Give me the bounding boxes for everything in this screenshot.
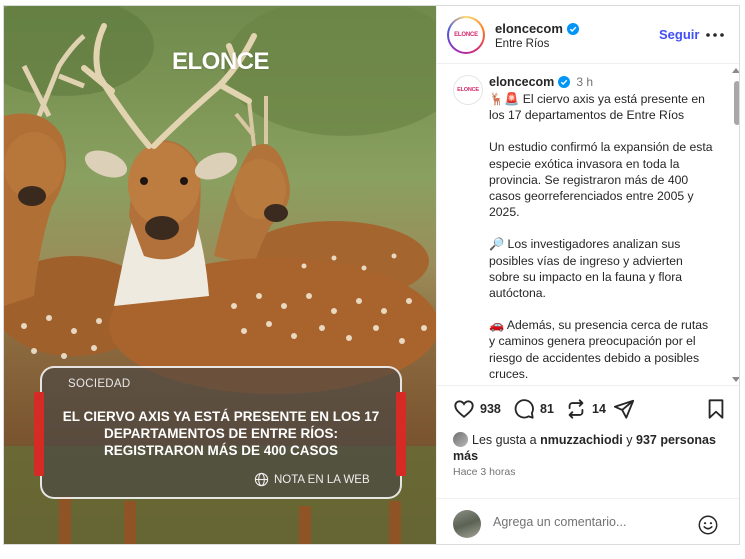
comment-button[interactable]: 81 xyxy=(513,398,554,420)
scroll-up-arrow-icon[interactable] xyxy=(732,68,739,73)
liker-username[interactable]: nmuzzachiodi xyxy=(540,433,623,447)
scroll-down-arrow-icon[interactable] xyxy=(732,377,739,382)
comment-input[interactable] xyxy=(493,515,693,529)
comment-bubble-icon xyxy=(514,399,534,419)
caption-avatar-logo-text: ELONCE xyxy=(457,87,479,93)
send-paper-plane-icon xyxy=(613,399,635,419)
post-side-panel: ELONCE eloncecom Entre Ríos Seguir ELONC… xyxy=(436,6,739,544)
likes-joiner: y xyxy=(626,433,633,447)
comment-composer xyxy=(437,498,739,544)
card-section-label: SOCIEDAD xyxy=(68,378,131,390)
post-header: ELONCE eloncecom Entre Ríos Seguir xyxy=(437,6,739,64)
share-button[interactable] xyxy=(613,398,635,420)
caption-paragraph: 🔎 Los investigadores analizan sus posibl… xyxy=(489,237,683,301)
caption-header: eloncecom 3 h xyxy=(489,75,593,89)
like-count: 938 xyxy=(480,402,501,416)
card-web-link-label: NOTA EN LA WEB xyxy=(274,473,370,486)
heart-icon xyxy=(454,400,474,418)
brand-logo: ELONCE xyxy=(172,48,270,75)
username: eloncecom xyxy=(495,21,563,36)
caption-paragraph: Un estudio confirmó la expansión de esta… xyxy=(489,140,713,220)
likes-summary[interactable]: Les gusta a nmuzzachiodi y 937 personas … xyxy=(453,432,738,464)
save-button[interactable] xyxy=(705,398,727,420)
instagram-post-modal: ELONCE SOCIEDAD EL CIERVO AXIS YA ESTÁ P… xyxy=(3,5,740,545)
caption-username[interactable]: eloncecom xyxy=(489,75,554,89)
repost-count: 14 xyxy=(592,402,606,416)
likes-prefix: Les gusta a xyxy=(472,433,537,447)
caption-time: 3 h xyxy=(576,75,593,89)
bookmark-icon xyxy=(708,399,724,419)
verified-badge-icon xyxy=(558,76,571,88)
caption-section[interactable]: ELONCE eloncecom 3 h 🦌🚨 El ciervo axis y… xyxy=(437,65,739,386)
avatar-logo-text: ELONCE xyxy=(454,32,478,38)
caption-paragraph: 🦌🚨 El ciervo axis ya está presente en lo… xyxy=(489,92,705,123)
caption-scrollbar[interactable] xyxy=(734,81,739,125)
like-button[interactable]: 938 xyxy=(453,398,501,420)
current-user-avatar xyxy=(453,510,481,538)
emoji-smiley-icon[interactable] xyxy=(697,514,719,536)
repost-button[interactable]: 14 xyxy=(565,398,606,420)
follow-button[interactable]: Seguir xyxy=(659,27,699,42)
location-link[interactable]: Entre Ríos xyxy=(495,38,549,50)
caption-avatar[interactable]: ELONCE xyxy=(453,75,483,105)
caption-paragraph: 🚗 Además, su presencia cerca de rutas y … xyxy=(489,318,709,381)
username-link[interactable]: eloncecom xyxy=(495,21,579,36)
globe-icon xyxy=(254,472,269,487)
post-timestamp[interactable]: Hace 3 horas xyxy=(453,466,515,478)
profile-avatar[interactable]: ELONCE xyxy=(447,16,485,54)
action-bar: 938 81 14 xyxy=(437,394,739,424)
comment-count: 81 xyxy=(540,402,554,416)
post-image[interactable]: ELONCE SOCIEDAD EL CIERVO AXIS YA ESTÁ P… xyxy=(4,6,436,544)
card-headline: EL CIERVO AXIS YA ESTÁ PRESENTE EN LOS 1… xyxy=(62,409,380,458)
repost-icon xyxy=(568,399,584,419)
caption-text: 🦌🚨 El ciervo axis ya está presente en lo… xyxy=(489,91,714,385)
liker-avatar xyxy=(453,432,468,447)
card-web-link: NOTA EN LA WEB xyxy=(254,472,370,487)
card-accent-bar-left xyxy=(34,392,44,476)
verified-badge-icon xyxy=(566,22,579,35)
more-horizontal-icon[interactable] xyxy=(705,32,725,38)
card-accent-bar-right xyxy=(396,392,406,476)
